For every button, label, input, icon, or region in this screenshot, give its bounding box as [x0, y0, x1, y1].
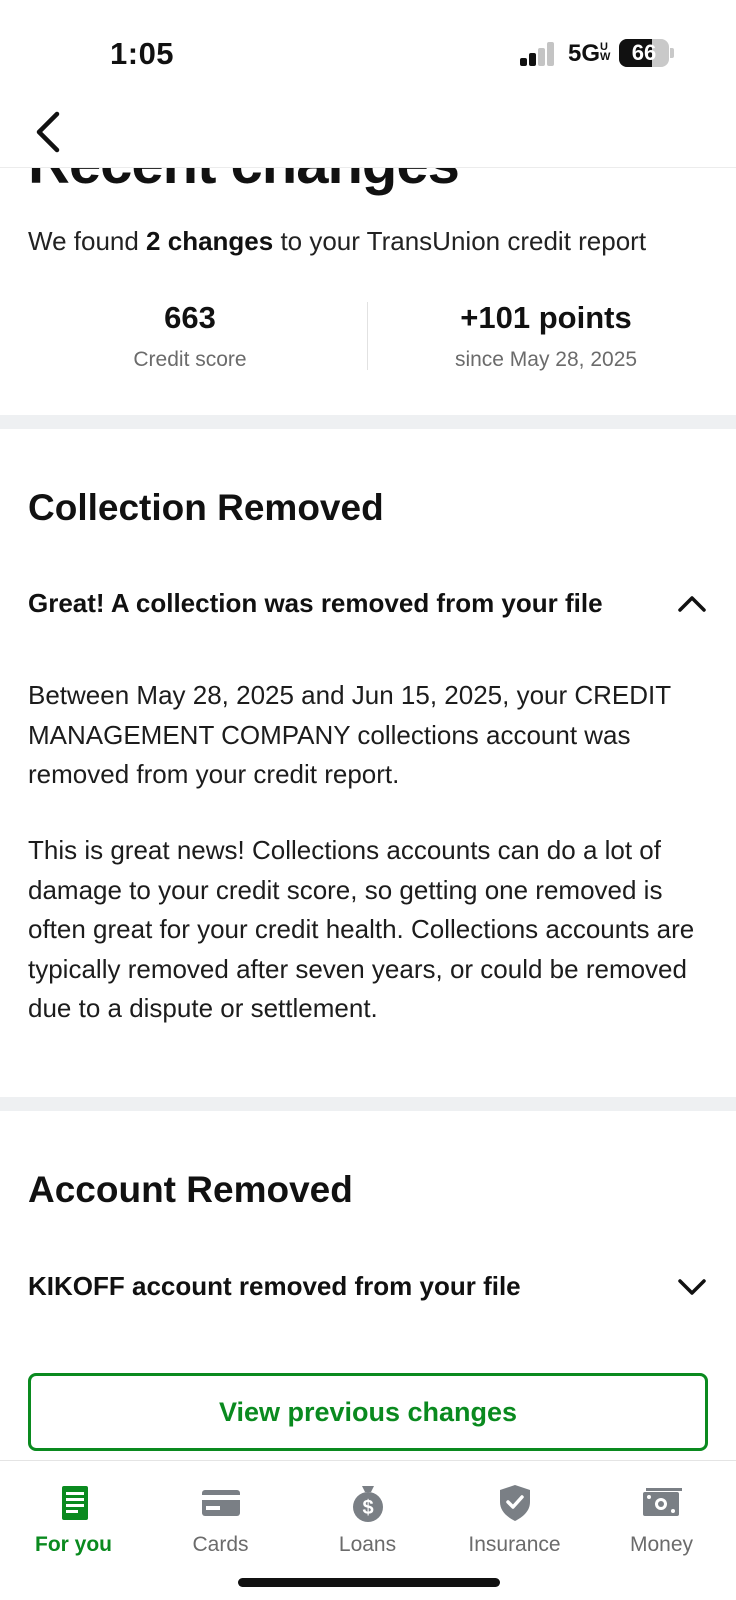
- score-change-stat: +101 points since May 28, 2025: [376, 300, 716, 372]
- view-previous-changes-button[interactable]: View previous changes: [28, 1373, 708, 1451]
- tab-label: Loans: [338, 1533, 397, 1556]
- tab-for-you[interactable]: For you: [0, 1471, 147, 1581]
- money-bag-icon: $: [352, 1486, 383, 1522]
- credit-score-label: Credit score: [133, 348, 247, 371]
- cash-icon: [642, 1488, 682, 1516]
- tab-insurance[interactable]: Insurance: [441, 1471, 588, 1581]
- tab-label: Cards: [192, 1533, 249, 1556]
- account-removed-toggle[interactable]: KIKOFF account removed from your file: [0, 1257, 736, 1317]
- summary-text: We found 2 changes to your TransUnion cr…: [28, 226, 647, 256]
- shield-check-icon: [499, 1485, 530, 1521]
- tab-money[interactable]: Money: [588, 1471, 735, 1581]
- tab-label: Money: [629, 1533, 694, 1556]
- home-indicator[interactable]: [238, 1578, 500, 1587]
- back-arrow-icon: [36, 111, 60, 153]
- collection-removed-explanation: This is great news! Collections accounts…: [28, 835, 695, 1023]
- tab-label: Insurance: [468, 1533, 561, 1556]
- stat-divider: [367, 302, 368, 370]
- tab-label: For you: [35, 1533, 112, 1556]
- tab-loans[interactable]: $ Loans: [294, 1471, 441, 1581]
- collection-removed-details: Between May 28, 2025 and Jun 15, 2025, y…: [28, 680, 671, 789]
- credit-score-value: 663: [164, 300, 216, 335]
- card-icon: [201, 1490, 240, 1516]
- credit-score-stat: 663 Credit score: [20, 300, 360, 372]
- section-divider: [0, 415, 736, 429]
- chevron-up-icon[interactable]: [674, 586, 710, 622]
- section-divider: [0, 1097, 736, 1111]
- main-content[interactable]: Recent changes We found 2 changes to you…: [0, 0, 736, 1460]
- score-change-label: since May 28, 2025: [454, 348, 638, 371]
- account-removed-summary: KIKOFF account removed from your file: [28, 1271, 521, 1301]
- tab-cards[interactable]: Cards: [147, 1471, 294, 1581]
- account-removed-title: Account Removed: [28, 1169, 353, 1210]
- score-change-value: +101 points: [460, 300, 632, 335]
- chevron-down-icon[interactable]: [674, 1269, 710, 1305]
- collection-removed-summary: Great! A collection was removed from you…: [28, 588, 603, 618]
- document-icon: [61, 1486, 88, 1520]
- nav-header: [0, 100, 736, 168]
- summary-highlight: 2 changes: [146, 226, 274, 256]
- svg-text:$: $: [362, 1497, 373, 1519]
- back-button[interactable]: [22, 106, 74, 158]
- collection-removed-toggle[interactable]: Great! A collection was removed from you…: [0, 574, 736, 634]
- collection-removed-title: Collection Removed: [28, 487, 384, 528]
